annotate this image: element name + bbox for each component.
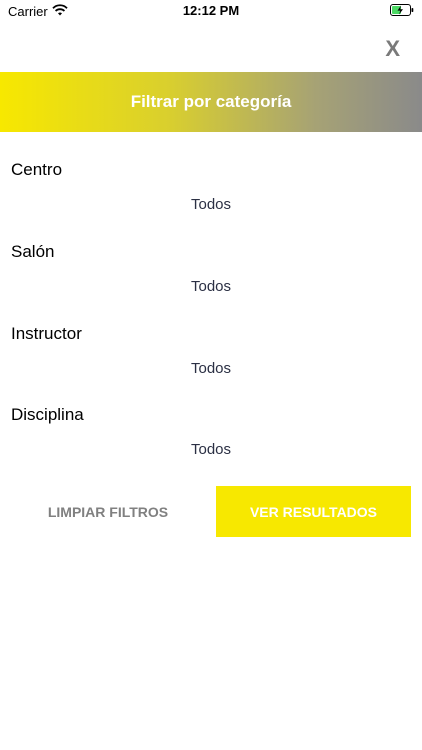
- filter-label: Disciplina: [11, 405, 84, 424]
- status-bar: Carrier 12:12 PM: [0, 0, 422, 22]
- clear-filters-button[interactable]: LIMPIAR FILTROS: [8, 487, 208, 537]
- filter-label: Salón: [11, 242, 55, 261]
- filter-label: Centro: [11, 160, 63, 179]
- filter-label: Instructor: [11, 324, 82, 343]
- filter-salon: Salón Todos: [0, 242, 422, 312]
- close-button[interactable]: X: [385, 38, 400, 60]
- header-banner: Filtrar por categoría: [0, 72, 422, 132]
- filter-value-select[interactable]: Todos: [0, 196, 422, 213]
- filter-value-select[interactable]: Todos: [0, 278, 422, 295]
- view-results-button[interactable]: VER RESULTADOS: [216, 486, 411, 537]
- filter-centro: Centro Todos: [0, 160, 422, 230]
- clock: 12:12 PM: [182, 3, 240, 18]
- filter-value-select[interactable]: Todos: [0, 360, 422, 377]
- filter-instructor: Instructor Todos: [0, 324, 422, 394]
- battery-charging-icon: [390, 4, 414, 16]
- filter-disciplina: Disciplina Todos: [0, 405, 422, 475]
- filter-value-select[interactable]: Todos: [0, 441, 422, 458]
- page-title: Filtrar por categoría: [130, 92, 292, 111]
